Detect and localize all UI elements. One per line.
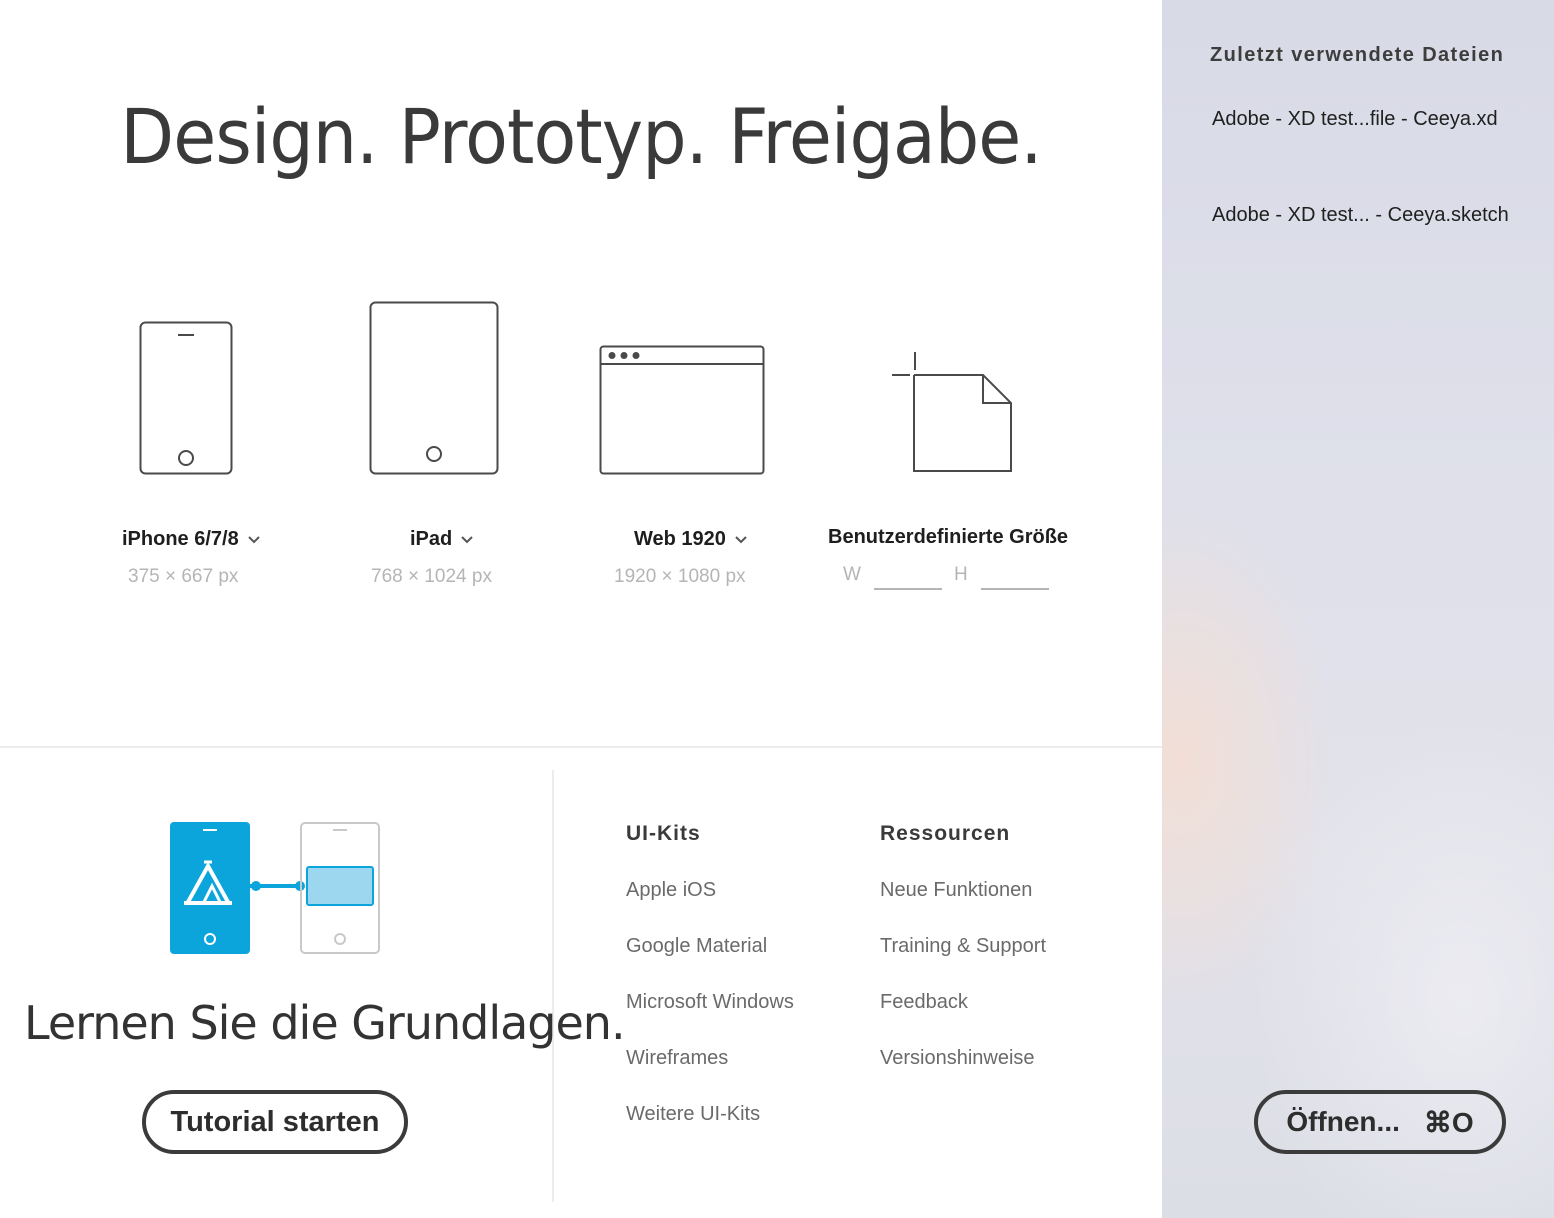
start-screen-main: Design. Prototyp. Freigabe. iPhone 6/7/8… [0, 0, 1162, 1218]
page-title: Design. Prototyp. Freigabe. [120, 92, 1042, 181]
preset-ipad-label: iPad [410, 528, 453, 550]
link-microsoft-windows[interactable]: Microsoft Windows [626, 991, 794, 1014]
preset-web-label: Web 1920 [634, 528, 726, 550]
custom-size-label: Benutzerdefinierte Größe [828, 526, 1069, 548]
start-tutorial-button[interactable]: Tutorial starten [142, 1090, 408, 1154]
chevron-down-icon [735, 535, 747, 543]
preset-iphone-size: 375 × 667 px [128, 566, 239, 587]
link-apple-ios[interactable]: Apple iOS [626, 879, 716, 902]
link-training-support[interactable]: Training & Support [880, 935, 1046, 958]
section-divider [0, 746, 1162, 748]
chevron-down-icon [248, 535, 260, 543]
preset-iphone-label: iPhone 6/7/8 [122, 528, 239, 550]
browser-window-icon[interactable] [599, 345, 765, 475]
chevron-down-icon [461, 535, 473, 543]
open-button-label: Öffnen... [1286, 1106, 1400, 1137]
preset-iphone-dropdown[interactable]: iPhone 6/7/8 [122, 528, 261, 551]
tutorial-illustration-icon [170, 822, 380, 954]
ipad-preset-icon[interactable] [369, 301, 499, 475]
new-document-icon[interactable] [890, 350, 1014, 474]
iphone-preset-icon[interactable] [139, 321, 233, 475]
ui-kits-title: UI-Kits [626, 822, 701, 845]
link-wireframes[interactable]: Wireframes [626, 1047, 728, 1070]
link-feedback[interactable]: Feedback [880, 991, 968, 1014]
preset-ipad-dropdown[interactable]: iPad [410, 528, 474, 551]
preset-web-size: 1920 × 1080 px [614, 566, 746, 587]
open-file-button[interactable]: Öffnen... ⌘O [1254, 1090, 1506, 1154]
recent-file-item[interactable]: Adobe - XD test... - Ceeya.sketch [1212, 204, 1509, 227]
recent-files-sidebar: Zuletzt verwendete Dateien Adobe - XD te… [1162, 0, 1554, 1218]
link-more-ui-kits[interactable]: Weitere UI-Kits [626, 1103, 760, 1126]
open-shortcut-label: ⌘O [1423, 1106, 1474, 1138]
link-release-notes[interactable]: Versionshinweise [880, 1047, 1035, 1070]
preset-web-dropdown[interactable]: Web 1920 [634, 528, 748, 551]
height-label: H [954, 564, 968, 585]
learn-title: Lernen Sie die Grundlagen. [24, 996, 626, 1050]
height-field[interactable] [981, 588, 1049, 590]
width-label: W [843, 564, 861, 585]
resources-title: Ressourcen [880, 822, 1011, 845]
width-field[interactable] [874, 588, 942, 590]
recent-files-title: Zuletzt verwendete Dateien [1210, 44, 1505, 66]
column-divider [552, 770, 554, 1202]
link-new-features[interactable]: Neue Funktionen [880, 879, 1032, 902]
link-google-material[interactable]: Google Material [626, 935, 767, 958]
recent-file-item[interactable]: Adobe - XD test...file - Ceeya.xd [1212, 108, 1498, 131]
preset-ipad-size: 768 × 1024 px [371, 566, 492, 587]
